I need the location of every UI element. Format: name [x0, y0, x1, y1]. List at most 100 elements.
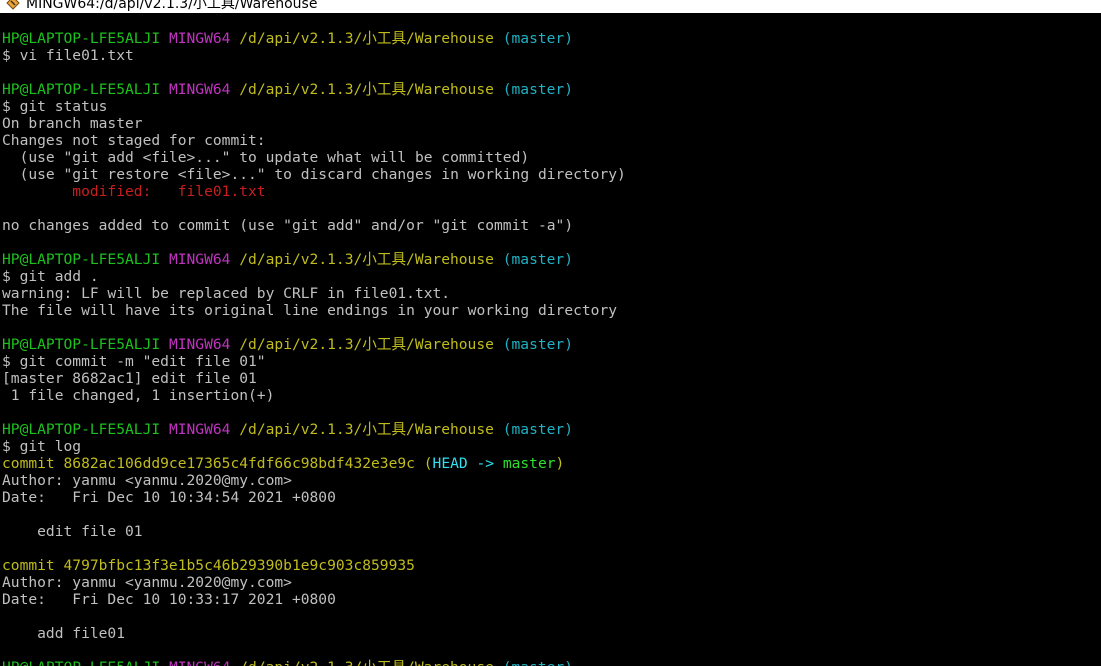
terminal-line: $ git add . — [2, 268, 1101, 285]
terminal-text-segment: modified: file01.txt — [2, 183, 266, 200]
terminal-text-segment: HP@LAPTOP-LFE5ALJI — [2, 30, 161, 47]
terminal-text-segment: (master) — [503, 659, 573, 666]
terminal-text-segment: MINGW64 — [168, 30, 231, 47]
git-bash-icon — [6, 0, 20, 10]
terminal-line: [master 8682ac1] edit file 01 — [2, 370, 1101, 387]
terminal-text-segment: commit 8682ac106dd9ce17365c4fdf66c98bdf4… — [2, 455, 415, 472]
terminal-line: HP@LAPTOP-LFE5ALJI MINGW64 /d/api/v2.1.3… — [2, 421, 1101, 438]
terminal-output[interactable]: HP@LAPTOP-LFE5ALJI MINGW64 /d/api/v2.1.3… — [2, 30, 1101, 666]
terminal-text-segment: /d/api/v2.1.3/小工具/Warehouse — [239, 336, 494, 353]
terminal-text-segment: MINGW64 — [168, 251, 231, 268]
terminal-text-segment: MINGW64 — [168, 81, 231, 98]
terminal-text-segment: Date: Fri Dec 10 10:34:54 2021 +0800 — [2, 489, 336, 506]
terminal-line: $ git commit -m "edit file 01" — [2, 353, 1101, 370]
terminal-window: MINGW64:/d/api/v2.1.3/小工具/Warehouse HP@L… — [0, 0, 1101, 666]
terminal-line: 1 file changed, 1 insertion(+) — [2, 387, 1101, 404]
terminal-text-segment: commit 4797bfbc13f3e1b5c46b29390b1e9c903… — [2, 557, 415, 574]
terminal-line: Date: Fri Dec 10 10:34:54 2021 +0800 — [2, 489, 1101, 506]
terminal-text-segment: (master) — [502, 421, 574, 438]
terminal-text-segment: Author: yanmu <yanmu.2020@my.com> — [2, 574, 292, 591]
terminal-text-segment: On branch master — [2, 115, 143, 132]
terminal-text-segment: master — [502, 455, 556, 472]
terminal-line: $ vi file01.txt — [2, 47, 1101, 64]
title-bar[interactable]: MINGW64:/d/api/v2.1.3/小工具/Warehouse — [0, 0, 1101, 13]
terminal-text-segment: HP@LAPTOP-LFE5ALJI — [2, 336, 161, 353]
terminal-text-segment: add file01 — [2, 625, 126, 642]
terminal-text-segment: 1 file changed, 1 insertion(+) — [2, 387, 275, 404]
terminal-line: modified: file01.txt — [2, 183, 1101, 200]
terminal-text-segment: /d/api/v2.1.3/小工具/Warehouse — [239, 421, 494, 438]
terminal-text-segment: /d/api/v2.1.3/小工具/Warehouse — [239, 30, 494, 47]
terminal-line: HP@LAPTOP-LFE5ALJI MINGW64 /d/api/v2.1.3… — [2, 81, 1101, 98]
terminal-text-segment: MINGW64 — [169, 659, 231, 666]
terminal-line: no changes added to commit (use "git add… — [2, 217, 1101, 234]
terminal-text-segment: $ git log — [2, 438, 82, 455]
terminal-text-segment: edit file 01 — [2, 523, 143, 540]
terminal-line: edit file 01 — [2, 523, 1101, 540]
terminal-line: Changes not staged for commit: — [2, 132, 1101, 149]
terminal-line: Author: yanmu <yanmu.2020@my.com> — [2, 472, 1101, 489]
terminal-text-segment: Author: yanmu <yanmu.2020@my.com> — [2, 472, 292, 489]
terminal-text-segment: Date: Fri Dec 10 10:33:17 2021 +0800 — [2, 591, 336, 608]
terminal-text-segment: $ git commit -m "edit file 01" — [2, 353, 266, 370]
terminal-line: warning: LF will be replaced by CRLF in … — [2, 285, 1101, 302]
terminal-text-segment: HP@LAPTOP-LFE5ALJI — [2, 659, 160, 666]
terminal-text-segment: (master) — [502, 251, 574, 268]
terminal-text-segment: MINGW64 — [168, 421, 231, 438]
terminal-line: add file01 — [2, 625, 1101, 642]
terminal-text-segment: Changes not staged for commit: — [2, 132, 266, 149]
terminal-line: (use "git add <file>..." to update what … — [2, 149, 1101, 166]
terminal-text-segment: ( — [414, 455, 433, 472]
terminal-text-segment: (master) — [502, 81, 574, 98]
terminal-text-segment: ) — [555, 455, 565, 472]
terminal-text-segment: The file will have its original line end… — [2, 302, 618, 319]
terminal-line: HP@LAPTOP-LFE5ALJI MINGW64 /d/api/v2.1.3… — [2, 659, 1101, 666]
terminal-text-segment: HEAD -> — [432, 455, 503, 472]
terminal-text-segment: MINGW64 — [168, 336, 231, 353]
terminal-text-segment: (use "git restore <file>..." to discard … — [2, 166, 626, 183]
terminal-text-segment: $ vi file01.txt — [2, 47, 134, 64]
terminal-text-segment: HP@LAPTOP-LFE5ALJI — [2, 421, 161, 438]
terminal-text-segment: (use "git add <file>..." to update what … — [2, 149, 530, 166]
terminal-line: On branch master — [2, 115, 1101, 132]
terminal-line: HP@LAPTOP-LFE5ALJI MINGW64 /d/api/v2.1.3… — [2, 336, 1101, 353]
terminal-text-segment: /d/api/v2.1.3/小工具/Warehouse — [239, 81, 494, 98]
terminal-text-segment: (master) — [502, 336, 574, 353]
terminal-text-segment: HP@LAPTOP-LFE5ALJI — [2, 251, 161, 268]
terminal-text-segment: warning: LF will be replaced by CRLF in … — [2, 285, 451, 302]
terminal-line: HP@LAPTOP-LFE5ALJI MINGW64 /d/api/v2.1.3… — [2, 251, 1101, 268]
terminal-line: The file will have its original line end… — [2, 302, 1101, 319]
terminal-line: $ git status — [2, 98, 1101, 115]
terminal-text-segment: HP@LAPTOP-LFE5ALJI — [2, 81, 161, 98]
terminal-line: commit 4797bfbc13f3e1b5c46b29390b1e9c903… — [2, 557, 1101, 574]
terminal-text-segment: /d/api/v2.1.3/小工具/Warehouse — [239, 659, 494, 666]
terminal-text-segment: $ git status — [2, 98, 108, 115]
terminal-line: $ git log — [2, 438, 1101, 455]
terminal-text-segment: no changes added to commit (use "git add… — [2, 217, 574, 234]
terminal-text-segment: (master) — [502, 30, 574, 47]
